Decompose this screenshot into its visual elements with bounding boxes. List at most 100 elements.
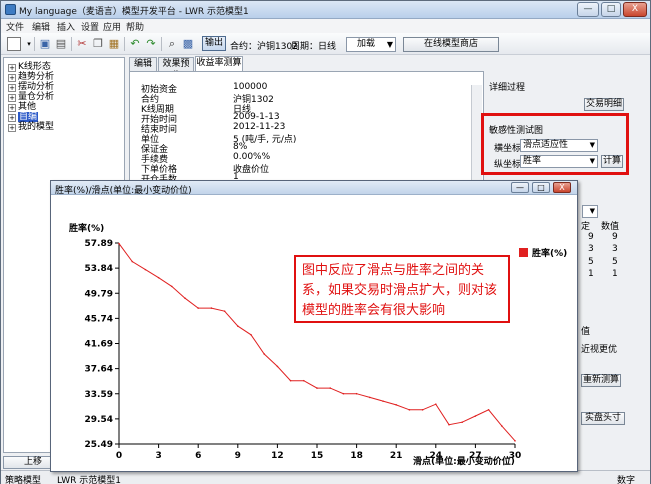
data-point: [263, 353, 265, 355]
col-value-header: 数值: [601, 222, 620, 232]
toolbar-separator: [161, 37, 162, 51]
realtime-position-button[interactable]: 实盘头寸: [581, 412, 625, 425]
tree-item-my-models[interactable]: + 我的模型: [8, 119, 54, 132]
y-tick-label: 41.69: [85, 340, 113, 350]
tab-return-calc[interactable]: 收益率测算: [195, 56, 243, 72]
data-point: [303, 379, 305, 382]
chart-minimize-button[interactable]: —: [511, 182, 529, 193]
y-tick-label: 25.49: [85, 440, 113, 450]
menu-file[interactable]: 文件: [6, 20, 24, 33]
param-value: 0.00%%: [233, 152, 271, 162]
grid-icon[interactable]: ▩: [181, 37, 195, 51]
x-tick-label: 18: [350, 451, 363, 461]
tab-edit[interactable]: 编辑: [129, 57, 157, 71]
expand-icon[interactable]: +: [8, 124, 16, 132]
minimize-button[interactable]: —: [577, 2, 599, 17]
data-point: [382, 400, 384, 402]
toolbar-separator: [124, 37, 125, 51]
data-point: [157, 276, 160, 279]
tree-item-label: 我的模型: [18, 122, 55, 132]
y-tick-label: 33.59: [85, 390, 113, 400]
online-store-button[interactable]: 在线模型商店: [403, 37, 499, 52]
detail-process-label: 详细过程: [489, 83, 526, 93]
contract-label: 合约：沪铜1302: [230, 42, 298, 52]
close-button[interactable]: X: [623, 2, 647, 17]
data-point: [408, 409, 411, 411]
table-cell: 1: [612, 269, 618, 279]
data-point: [237, 325, 239, 327]
table-cell: 1: [588, 269, 594, 279]
paste-icon[interactable]: ▦: [107, 37, 121, 51]
toolbar-separator: [34, 37, 35, 51]
data-point: [316, 387, 318, 389]
x-tick-label: 21: [390, 451, 403, 461]
data-point: [131, 260, 133, 263]
data-point: [118, 242, 120, 245]
print-icon[interactable]: ▤: [54, 37, 68, 51]
find-icon[interactable]: ⌕: [165, 37, 179, 51]
copy-icon[interactable]: ❐: [91, 37, 105, 51]
data-point: [448, 423, 450, 426]
tab-preview[interactable]: 效果预览: [158, 57, 194, 81]
data-point: [342, 392, 345, 395]
legend-swatch: [519, 248, 528, 257]
legend-label: 胜率(%): [531, 247, 567, 259]
undo-icon[interactable]: ↶: [128, 37, 142, 51]
data-point: [474, 415, 477, 417]
y-tick-label: 45.74: [85, 314, 113, 324]
menu-help[interactable]: 帮助: [126, 20, 144, 33]
status-model-name: LWR 示范模型1: [57, 476, 121, 484]
toolbar-separator: [71, 37, 72, 51]
period-label: 周期：日线: [291, 42, 337, 52]
menu-apps[interactable]: 应用: [103, 20, 121, 33]
new-file-icon[interactable]: [7, 37, 21, 51]
status-bar: 策略模型 LWR 示范模型1 数字: [1, 470, 650, 484]
status-model-label: 策略模型: [5, 476, 42, 484]
data-point: [395, 404, 398, 406]
output-button[interactable]: 输出: [202, 36, 226, 51]
data-point: [501, 425, 503, 427]
param-value: 2012-11-23: [233, 122, 286, 132]
annotation-box: 图中反应了滑点与胜率之间的关系，如果交易时滑点扩大，则对该模型的胜率会有很大影响: [294, 255, 510, 323]
recalc-button[interactable]: 重新测算: [581, 374, 621, 387]
save-icon[interactable]: ▣: [38, 37, 52, 51]
x-tick-label: 30: [509, 451, 522, 461]
x-tick-label: 6: [195, 451, 201, 461]
table-cell: 3: [588, 244, 594, 254]
load-dropdown[interactable]: 加载 ▼: [346, 37, 396, 52]
chart-window: 胜率(%)/滑点(单位:最小变动价位) — □ X 胜率(%) 滑点(单位:最小…: [50, 180, 578, 472]
data-point: [210, 307, 213, 309]
menu-insert[interactable]: 插入: [57, 20, 75, 33]
chart-plot: 胜率(%) 滑点(单位:最小变动价位) 胜率(%) 57.89 53.84 49.7…: [51, 195, 577, 471]
chevron-down-icon: ▼: [386, 40, 393, 49]
data-point: [435, 403, 437, 406]
partial-label: 值: [581, 327, 591, 337]
option-dropdown[interactable]: ▼: [582, 205, 598, 218]
data-point: [487, 409, 490, 411]
x-tick-label: 0: [116, 451, 122, 461]
data-point: [355, 392, 358, 395]
menu-settings[interactable]: 设置: [81, 20, 99, 33]
chart-maximize-button[interactable]: □: [532, 182, 550, 193]
chart-close-button[interactable]: X: [553, 182, 571, 193]
load-label: 加载: [357, 39, 376, 49]
app-icon: [5, 4, 16, 15]
x-tick-label: 9: [235, 451, 241, 461]
data-point: [514, 440, 516, 442]
data-point: [223, 310, 226, 312]
data-point: [171, 285, 173, 288]
toolbar: ▾ ▣ ▤ ✂ ❐ ▦ ↶ ↷ ⌕ ▩ 输出 合约：沪铜1302 周期：日线 加…: [1, 33, 650, 55]
table-cell: 9: [588, 232, 594, 242]
data-point: [144, 268, 147, 271]
highlight-box: [481, 113, 629, 175]
y-tick-label: 53.84: [85, 264, 113, 274]
redo-icon[interactable]: ↷: [144, 37, 158, 51]
x-tick-label: 3: [155, 451, 161, 461]
trade-detail-button[interactable]: 交易明细: [584, 98, 624, 111]
cut-icon[interactable]: ✂: [75, 37, 89, 51]
x-axis-title: 滑点(单位:最小变动价位): [413, 455, 515, 467]
data-point: [289, 379, 292, 382]
maximize-button[interactable]: □: [601, 2, 621, 17]
data-point: [250, 333, 252, 336]
menu-edit[interactable]: 编辑: [32, 20, 50, 33]
